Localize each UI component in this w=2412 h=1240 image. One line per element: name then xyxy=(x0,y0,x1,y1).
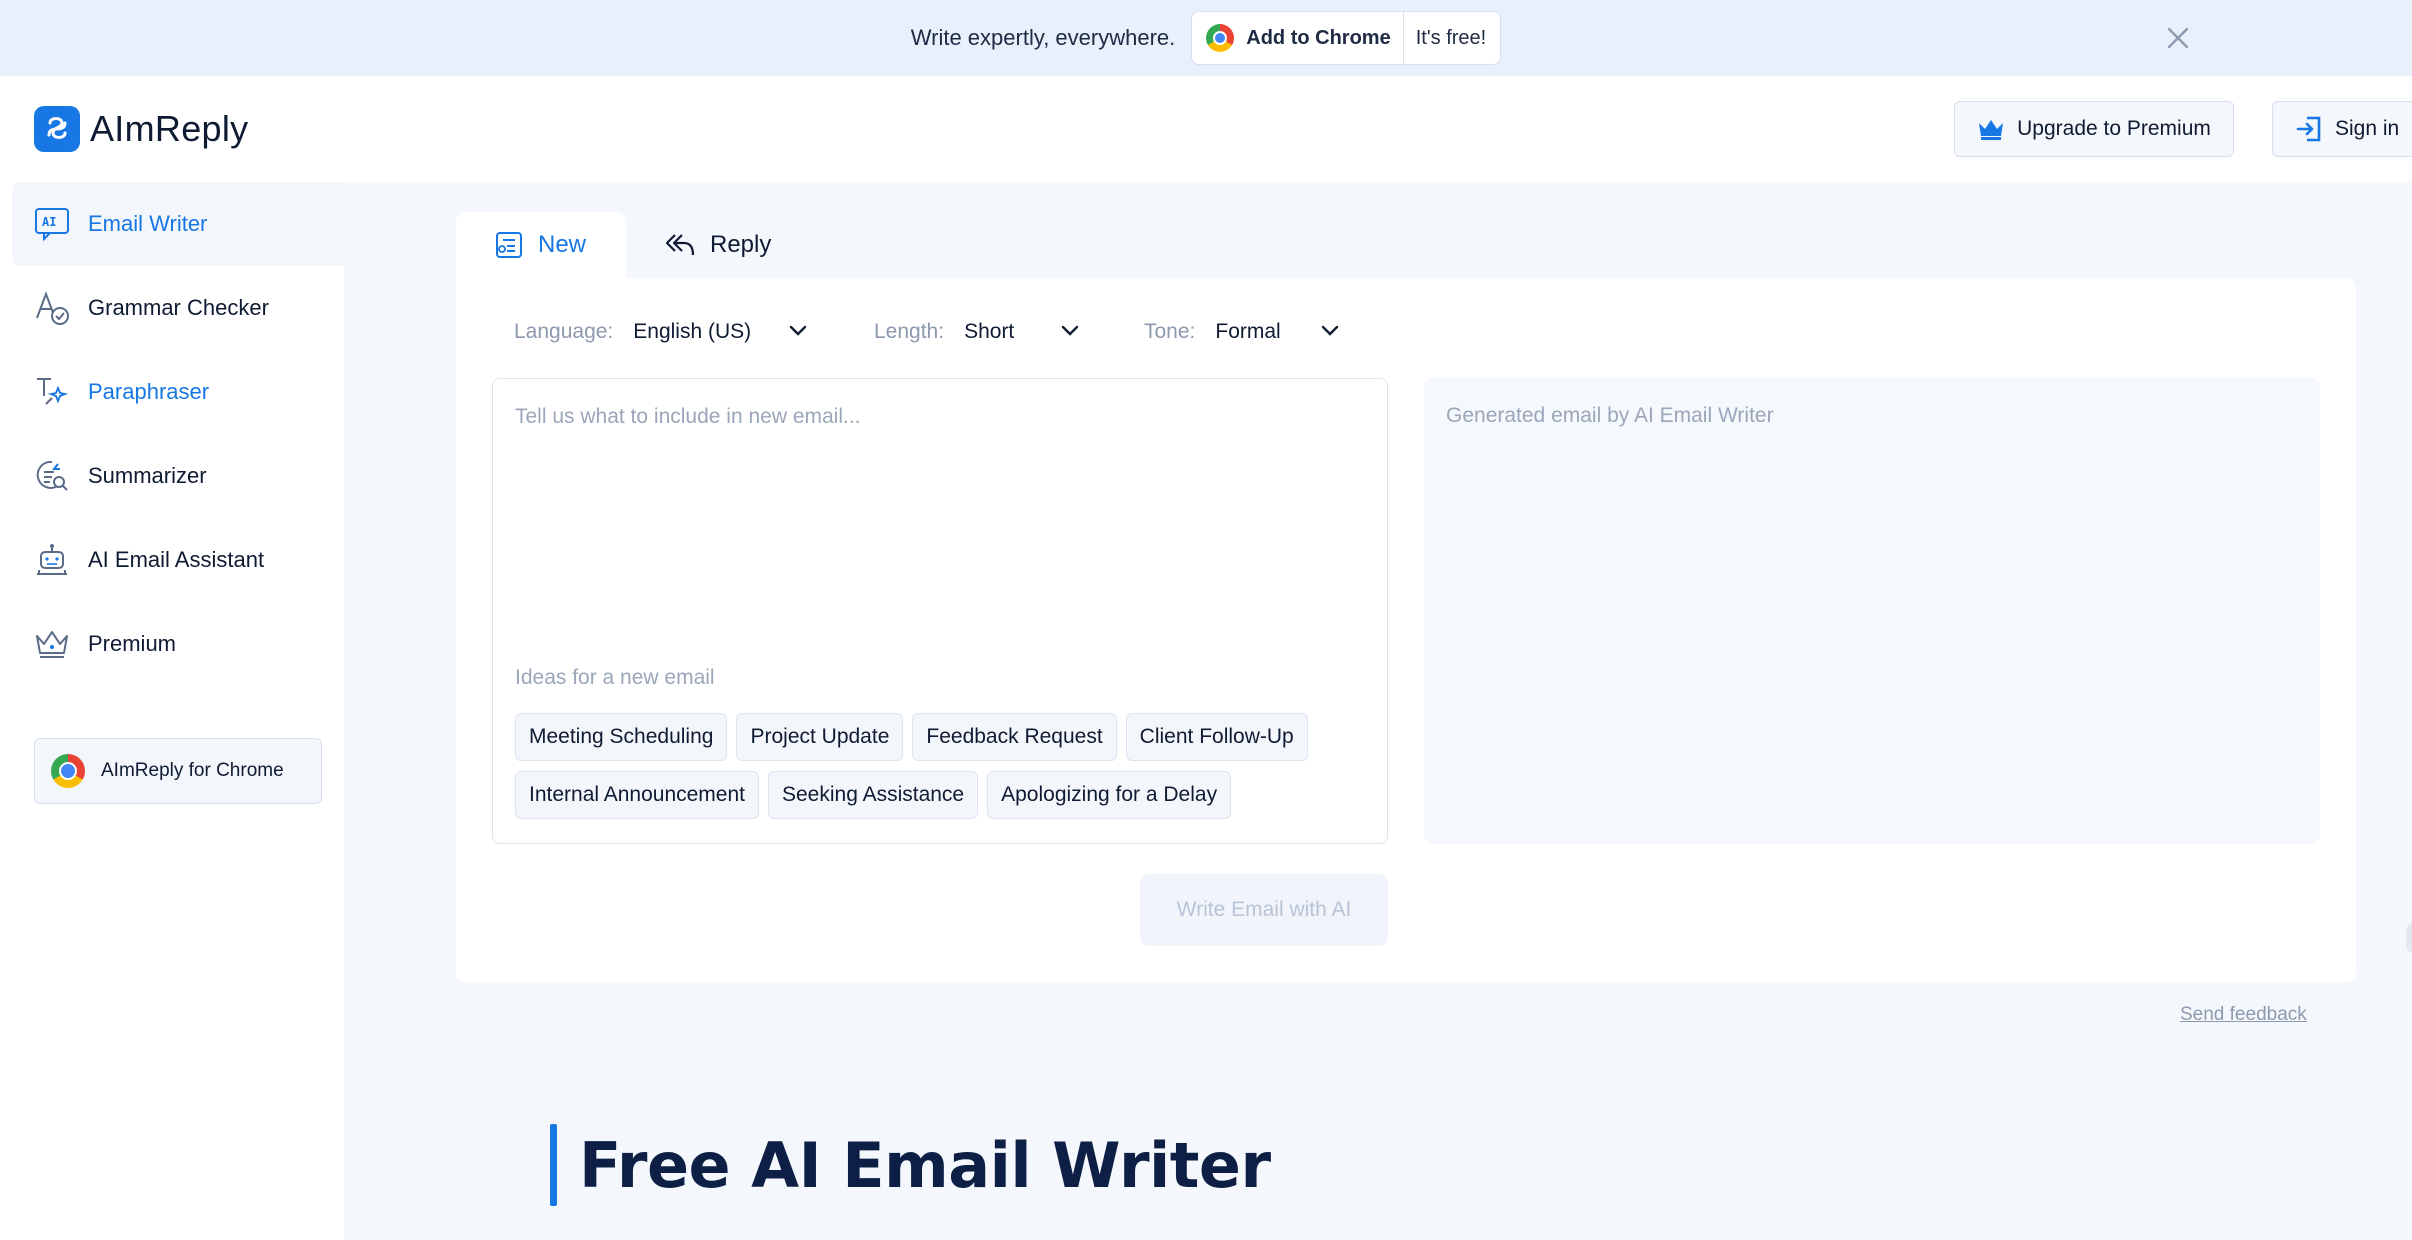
sign-in-label: Sign in xyxy=(2335,117,2400,140)
language-label: Language: xyxy=(514,320,614,343)
generated-email-output[interactable]: Generated email by AI Email Writer xyxy=(1424,378,2320,844)
banner-text: Write expertly, everywhere. xyxy=(910,25,1176,50)
add-to-chrome-button[interactable]: Add to Chrome It's free! xyxy=(1191,11,1502,65)
tab-new-label: New xyxy=(538,231,587,258)
upgrade-label: Upgrade to Premium xyxy=(2017,117,2211,140)
idea-chip[interactable]: Project Update xyxy=(736,713,904,761)
idea-chips: Meeting Scheduling Project Update Feedba… xyxy=(515,713,1375,819)
chevron-down-icon xyxy=(1321,325,1339,336)
tone-label: Tone: xyxy=(1144,320,1196,343)
reply-icon xyxy=(665,234,695,256)
heading-accent-bar xyxy=(550,1124,557,1206)
close-banner-button[interactable] xyxy=(2160,20,2196,56)
sign-in-icon xyxy=(2296,116,2321,142)
chevron-down-icon xyxy=(789,325,807,336)
chrome-icon xyxy=(51,754,85,788)
tone-value: Formal xyxy=(1215,320,1281,343)
idea-chip[interactable]: Seeking Assistance xyxy=(768,771,979,819)
sidebar-item-premium[interactable]: Premium xyxy=(12,602,344,686)
ai-chat-icon: AI xyxy=(34,206,70,242)
idea-chip[interactable]: Client Follow-Up xyxy=(1125,713,1308,761)
idea-chip[interactable]: Feedback Request xyxy=(912,713,1117,761)
new-email-icon xyxy=(496,232,522,258)
chrome-extension-label: AImReply for Chrome xyxy=(101,760,284,781)
logo-icon xyxy=(34,106,80,152)
sidebar-item-ai-email-assistant[interactable]: AI Email Assistant xyxy=(12,518,344,602)
tab-new[interactable]: New xyxy=(456,212,626,278)
write-email-button[interactable]: Write Email with AI xyxy=(1140,874,1388,946)
grammar-check-icon xyxy=(34,290,70,326)
main-content: New Reply Language: English (US) Length:… xyxy=(344,182,2412,1240)
tab-reply[interactable]: Reply xyxy=(664,212,814,278)
brand-name: AImReply xyxy=(90,108,249,149)
sidebar-item-paraphraser[interactable]: Paraphraser xyxy=(12,350,344,434)
scroll-handle[interactable] xyxy=(2406,922,2412,954)
email-writer-card: Language: English (US) Length: Short Ton… xyxy=(456,278,2356,982)
chrome-icon xyxy=(1206,24,1235,52)
sidebar-item-email-writer[interactable]: AI Email Writer xyxy=(12,182,344,266)
crown-icon xyxy=(34,626,70,662)
sign-in-button[interactable]: Sign in xyxy=(2272,101,2412,157)
idea-chip[interactable]: Apologizing for a Delay xyxy=(987,771,1232,819)
svg-text:AI: AI xyxy=(42,215,56,229)
language-select[interactable]: Language: English (US) xyxy=(514,320,807,344)
sidebar-item-label: Premium xyxy=(88,631,177,656)
output-placeholder: Generated email by AI Email Writer xyxy=(1446,404,1774,427)
brand-logo[interactable]: AImReply xyxy=(34,106,248,152)
add-to-chrome-label: Add to Chrome xyxy=(1246,11,1404,65)
close-icon xyxy=(2167,27,2189,49)
hero-heading: Free AI Email Writer xyxy=(550,1124,1271,1206)
sidebar-item-label: Paraphraser xyxy=(88,379,210,404)
sidebar-item-label: Summarizer xyxy=(88,463,207,488)
its-free-label: It's free! xyxy=(1415,26,1487,49)
tab-reply-label: Reply xyxy=(710,231,772,258)
paraphrase-icon xyxy=(34,374,70,410)
upgrade-to-premium-button[interactable]: Upgrade to Premium xyxy=(1954,101,2234,157)
prompt-placeholder: Tell us what to include in new email... xyxy=(515,405,861,428)
page-title: Free AI Email Writer xyxy=(579,1128,1271,1202)
crown-icon xyxy=(1979,120,2004,140)
send-feedback-link[interactable]: Send feedback xyxy=(2180,1004,2307,1026)
sidebar: AI Email Writer Grammar Checker Paraphra… xyxy=(0,182,344,1240)
length-value: Short xyxy=(964,320,1015,343)
sidebar-item-grammar-checker[interactable]: Grammar Checker xyxy=(12,266,344,350)
sidebar-item-label: AI Email Assistant xyxy=(88,547,265,572)
summarize-icon xyxy=(34,458,70,494)
length-label: Length: xyxy=(874,320,945,343)
idea-chip[interactable]: Internal Announcement xyxy=(515,771,759,819)
tone-select[interactable]: Tone: Formal xyxy=(1144,320,1339,344)
sidebar-item-summarizer[interactable]: Summarizer xyxy=(12,434,344,518)
ideas-label: Ideas for a new email xyxy=(515,666,715,689)
promo-banner: Write expertly, everywhere. Add to Chrom… xyxy=(0,0,2412,76)
language-value: English (US) xyxy=(633,320,752,343)
email-prompt-input[interactable]: Tell us what to include in new email... … xyxy=(492,378,1388,844)
length-select[interactable]: Length: Short xyxy=(874,320,1079,344)
site-header: AImReply Upgrade to Premium Sign in xyxy=(0,76,2412,182)
chevron-down-icon xyxy=(1061,325,1079,336)
chrome-extension-link[interactable]: AImReply for Chrome xyxy=(34,738,322,804)
sidebar-item-label: Grammar Checker xyxy=(88,295,269,320)
sidebar-item-label: Email Writer xyxy=(88,211,208,236)
idea-chip[interactable]: Meeting Scheduling xyxy=(515,713,728,761)
robot-icon xyxy=(34,542,70,578)
